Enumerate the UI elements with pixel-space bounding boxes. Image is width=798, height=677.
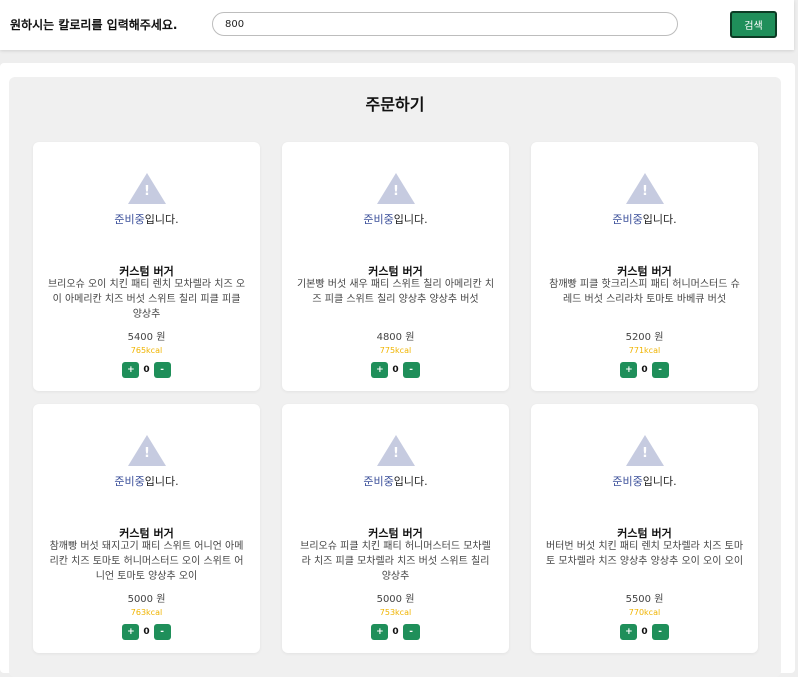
burger-kcal: 771kcal bbox=[628, 346, 661, 355]
image-placeholder-text: 준비중입니다. bbox=[33, 211, 260, 227]
quantity-value: 0 bbox=[392, 365, 399, 375]
increase-button[interactable]: + bbox=[122, 362, 140, 378]
burger-description: 참깨빵 버섯 돼지고기 패티 스위트 어니언 아메리칸 치즈 토마토 허니머스터… bbox=[49, 541, 244, 582]
warning-icon: ! bbox=[128, 435, 166, 467]
preparing-rest: 입니다. bbox=[393, 213, 428, 226]
burger-description: 버터번 버섯 치킨 패티 렌치 모차렐라 치즈 토마토 모차렐라 치즈 양상추 … bbox=[545, 541, 744, 567]
decrease-button[interactable]: - bbox=[402, 624, 420, 640]
quantity-stepper: + 0 - bbox=[531, 624, 758, 640]
image-placeholder-text: 준비중입니다. bbox=[33, 473, 260, 489]
quantity-stepper: + 0 - bbox=[33, 362, 260, 378]
preparing-highlight: 준비중 bbox=[612, 213, 643, 226]
burger-card: ! 준비중입니다. 커스텀 버거 기본빵 버섯 새우 패티 스위트 칠리 아메리… bbox=[282, 142, 509, 391]
increase-button[interactable]: + bbox=[122, 624, 140, 640]
preparing-highlight: 준비중 bbox=[363, 213, 394, 226]
burger-kcal: 770kcal bbox=[628, 608, 661, 617]
warning-icon: ! bbox=[626, 435, 664, 467]
burger-description: 브리오슈 피클 치킨 패티 허니머스터드 모차렐라 치즈 피클 모차렐라 치즈 … bbox=[300, 541, 491, 582]
decrease-button[interactable]: - bbox=[153, 624, 171, 640]
quantity-stepper: + 0 - bbox=[531, 362, 758, 378]
warning-icon: ! bbox=[377, 173, 415, 205]
order-title: 주문하기 bbox=[365, 95, 425, 114]
preparing-rest: 입니다. bbox=[144, 475, 179, 488]
main-container: 주문하기 ! 준비중입니다. 커스텀 버거 브리오슈 오이 치킨 패티 렌치 모… bbox=[0, 63, 795, 677]
burger-description: 참깨빵 피클 핫크리스피 패티 허니머스터드 슈레드 버섯 스리라차 토마토 바… bbox=[549, 279, 740, 305]
image-placeholder-text: 준비중입니다. bbox=[531, 473, 758, 489]
quantity-stepper: + 0 - bbox=[33, 624, 260, 640]
burger-price: 5400 원 bbox=[127, 332, 166, 343]
burger-price: 5200 원 bbox=[625, 332, 664, 343]
image-placeholder-text: 준비중입니다. bbox=[282, 211, 509, 227]
burger-price: 5500 원 bbox=[625, 594, 664, 605]
burger-card: ! 준비중입니다. 커스텀 버거 버터번 버섯 치킨 패티 렌치 모차렐라 치즈… bbox=[531, 404, 758, 653]
increase-button[interactable]: + bbox=[371, 362, 389, 378]
warning-icon: ! bbox=[377, 435, 415, 467]
burger-card: ! 준비중입니다. 커스텀 버거 브리오슈 오이 치킨 패티 렌치 모차렐라 치… bbox=[33, 142, 260, 391]
warning-icon: ! bbox=[128, 173, 166, 205]
burger-description: 기본빵 버섯 새우 패티 스위트 칠리 아메리칸 치즈 피클 스위트 칠리 양상… bbox=[296, 279, 495, 305]
quantity-stepper: + 0 - bbox=[282, 362, 509, 378]
burger-kcal: 763kcal bbox=[130, 608, 163, 617]
burger-price: 4800 원 bbox=[376, 332, 415, 343]
preparing-highlight: 준비중 bbox=[612, 475, 643, 488]
calorie-prompt: 원하시는 칼로리를 입력해주세요. bbox=[10, 18, 178, 32]
search-button[interactable]: 검색 bbox=[730, 11, 777, 38]
preparing-highlight: 준비중 bbox=[114, 475, 145, 488]
quantity-value: 0 bbox=[143, 627, 150, 637]
burger-description: 브리오슈 오이 치킨 패티 렌치 모차렐라 치즈 오이 아메리칸 치즈 버섯 스… bbox=[47, 279, 246, 320]
burger-kcal: 753kcal bbox=[379, 608, 412, 617]
increase-button[interactable]: + bbox=[620, 362, 638, 378]
quantity-stepper: + 0 - bbox=[282, 624, 509, 640]
decrease-button[interactable]: - bbox=[651, 362, 669, 378]
preparing-rest: 입니다. bbox=[393, 475, 428, 488]
quantity-value: 0 bbox=[143, 365, 150, 375]
top-bar: 원하시는 칼로리를 입력해주세요. 검색 bbox=[0, 0, 794, 50]
quantity-value: 0 bbox=[641, 627, 648, 637]
preparing-rest: 입니다. bbox=[642, 213, 677, 226]
preparing-highlight: 준비중 bbox=[363, 475, 394, 488]
decrease-button[interactable]: - bbox=[153, 362, 171, 378]
increase-button[interactable]: + bbox=[371, 624, 389, 640]
quantity-value: 0 bbox=[641, 365, 648, 375]
burger-price: 5000 원 bbox=[127, 594, 166, 605]
image-placeholder-text: 준비중입니다. bbox=[531, 211, 758, 227]
quantity-value: 0 bbox=[392, 627, 399, 637]
burger-kcal: 765kcal bbox=[130, 346, 163, 355]
increase-button[interactable]: + bbox=[620, 624, 638, 640]
burger-kcal: 775kcal bbox=[379, 346, 412, 355]
burger-card: ! 준비중입니다. 커스텀 버거 참깨빵 버섯 돼지고기 패티 스위트 어니언 … bbox=[33, 404, 260, 653]
image-placeholder-text: 준비중입니다. bbox=[282, 473, 509, 489]
preparing-rest: 입니다. bbox=[144, 213, 179, 226]
burger-price: 5000 원 bbox=[376, 594, 415, 605]
calorie-search-input[interactable] bbox=[212, 12, 678, 36]
preparing-rest: 입니다. bbox=[642, 475, 677, 488]
preparing-highlight: 준비중 bbox=[114, 213, 145, 226]
decrease-button[interactable]: - bbox=[402, 362, 420, 378]
burger-card: ! 준비중입니다. 커스텀 버거 브리오슈 피클 치킨 패티 허니머스터드 모차… bbox=[282, 404, 509, 653]
warning-icon: ! bbox=[626, 173, 664, 205]
burger-card: ! 준비중입니다. 커스텀 버거 참깨빵 피클 핫크리스피 패티 허니머스터드 … bbox=[531, 142, 758, 391]
decrease-button[interactable]: - bbox=[651, 624, 669, 640]
order-panel: 주문하기 ! 준비중입니다. 커스텀 버거 브리오슈 오이 치킨 패티 렌치 모… bbox=[9, 77, 781, 677]
